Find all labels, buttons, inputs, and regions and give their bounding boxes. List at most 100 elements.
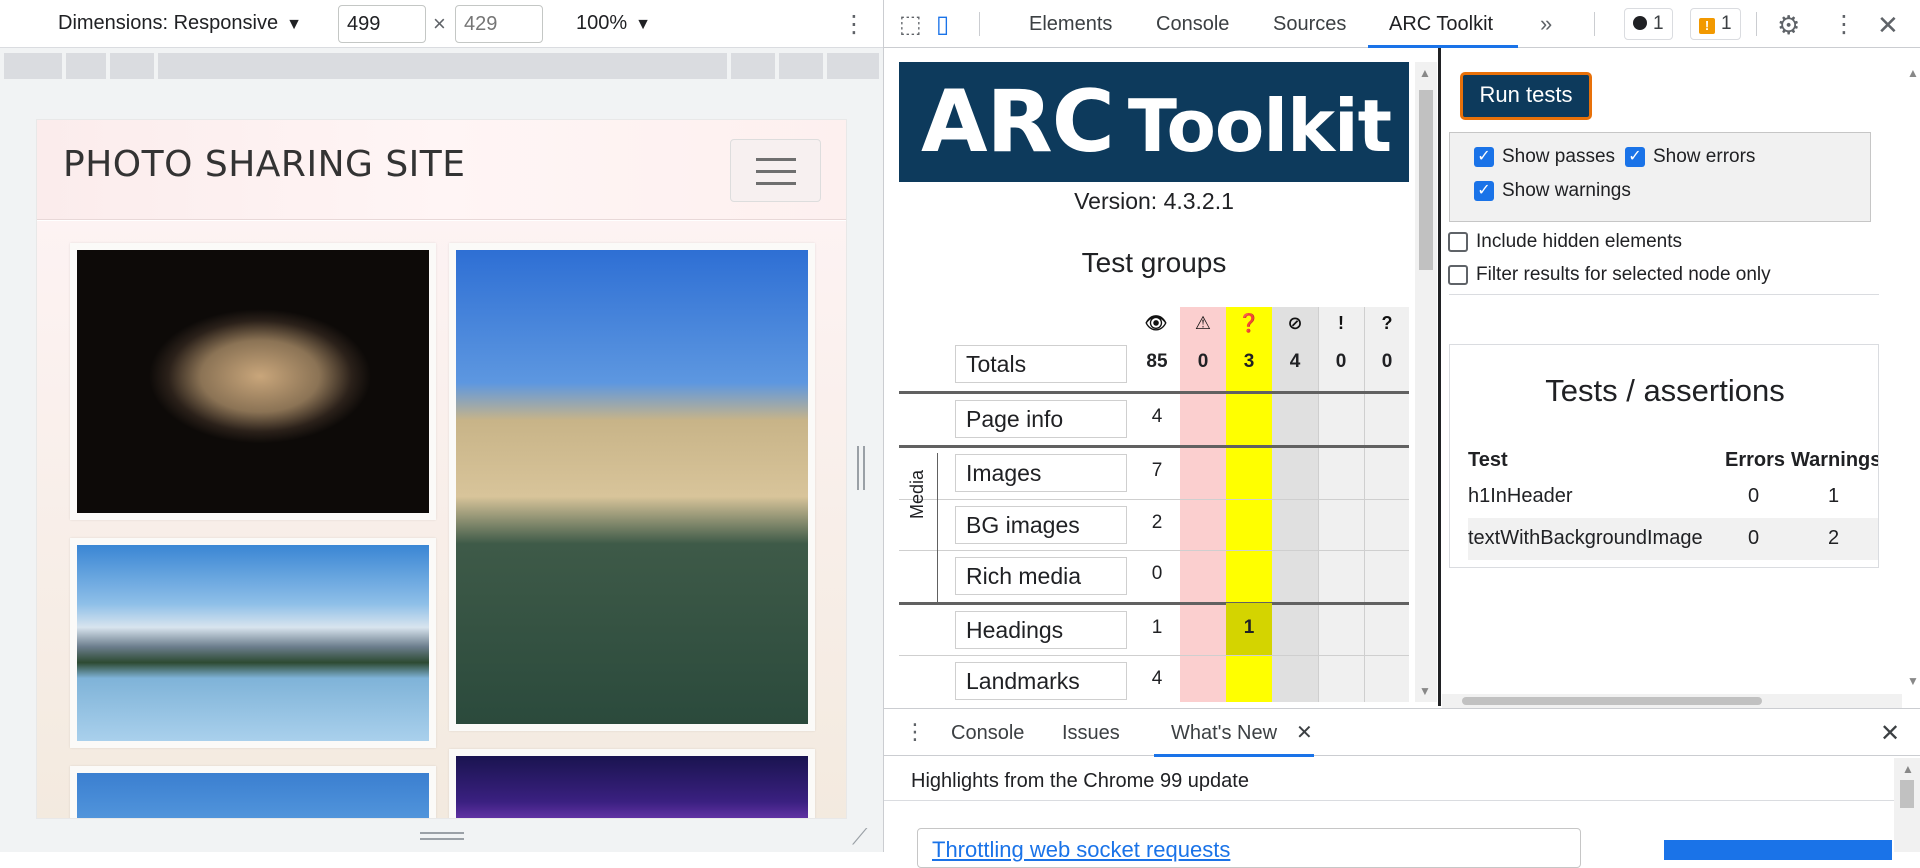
test-groups-grid: 👁 ⚠ ❓ ⊘ ! ? Totals 85 0 3 4 0 0 Page inf…: [899, 307, 1409, 702]
show-errors-checkbox[interactable]: ✓: [1625, 147, 1645, 167]
scroll-thumb[interactable]: [1462, 697, 1762, 705]
dimensions-select[interactable]: Dimensions: Responsive ▼: [58, 12, 302, 35]
chevron-down-icon: ▼: [286, 16, 302, 33]
close-tab-icon[interactable]: ✕: [1296, 720, 1313, 745]
photo-mountain-lake[interactable]: [70, 538, 436, 748]
scroll-up-icon[interactable]: ▲: [1902, 762, 1914, 776]
device-toolbar: Dimensions: Responsive ▼ × 100% ▼ ⋮: [0, 0, 883, 48]
images-button[interactable]: Images: [955, 454, 1127, 492]
horizontal-scrollbar[interactable]: [1442, 694, 1902, 708]
photo-grid: [37, 221, 846, 818]
device-toolbar-icon[interactable]: ▯: [936, 10, 949, 39]
drawer-tab-console[interactable]: Console: [951, 722, 1024, 745]
media-group-label: Media: [907, 469, 927, 519]
display-options: ✓ Show passes ✓ Show errors ✓ Show warni…: [1449, 132, 1871, 222]
ruler-segment[interactable]: [158, 53, 727, 79]
eye-icon: 👁: [1144, 313, 1168, 333]
test-groups-title: Test groups: [1081, 247, 1227, 278]
test-column-header: Test: [1468, 449, 1508, 471]
scroll-down-icon[interactable]: ▼: [1419, 684, 1431, 698]
drawer-menu-icon[interactable]: ⋮: [904, 719, 926, 745]
resize-handle-bottom[interactable]: [420, 832, 464, 842]
tab-sources[interactable]: Sources: [1273, 13, 1346, 36]
ruler-segment[interactable]: [827, 53, 879, 79]
whats-new-card[interactable]: Throttling web socket requests: [917, 828, 1581, 868]
photo-sky[interactable]: [70, 766, 436, 818]
customize-menu-icon[interactable]: ⋮: [1832, 10, 1856, 39]
table-row[interactable]: h1InHeader 0 1: [1468, 476, 1878, 518]
grip-line: [857, 446, 859, 490]
warning-count-badge[interactable]: ! 1: [1690, 8, 1741, 40]
headings-warnings[interactable]: 1: [1226, 617, 1272, 639]
tab-console[interactable]: Console: [1156, 13, 1229, 36]
headings-button[interactable]: Headings: [955, 611, 1127, 649]
site-title[interactable]: PHOTO SHARING SITE: [63, 144, 466, 185]
drawer-tab-whats-new[interactable]: What's New: [1171, 722, 1277, 745]
totals-count: 85: [1146, 351, 1168, 372]
whats-new-card-link[interactable]: Throttling web socket requests: [932, 837, 1230, 863]
settings-gear-icon[interactable]: ⚙: [1777, 10, 1800, 41]
scroll-down-icon[interactable]: ▼: [1907, 674, 1919, 688]
rich-media-button[interactable]: Rich media: [955, 557, 1127, 595]
resize-handle-right[interactable]: [857, 446, 867, 490]
photo-boat[interactable]: [449, 243, 815, 731]
tab-elements[interactable]: Elements: [1029, 13, 1112, 36]
photo-cave[interactable]: [70, 243, 436, 520]
ruler-segment[interactable]: [4, 53, 62, 79]
close-drawer-icon[interactable]: ✕: [1880, 719, 1900, 748]
totals-button[interactable]: Totals: [955, 345, 1127, 383]
group-count: 1: [1151, 617, 1163, 638]
show-warnings-checkbox[interactable]: ✓: [1474, 181, 1494, 201]
resize-corner-icon[interactable]: ⟋: [852, 824, 867, 850]
totals-warnings[interactable]: 3: [1226, 351, 1272, 373]
inspect-element-icon[interactable]: ⬚: [899, 10, 922, 39]
warnings-column-header: Warnings: [1791, 449, 1879, 471]
arc-logo-text: ARC Toolkit: [921, 72, 1392, 172]
arc-left-scrollbar[interactable]: ▲ ▼: [1415, 62, 1437, 702]
scroll-thumb[interactable]: [1419, 90, 1433, 270]
whats-new-thumbnail: [1664, 840, 1892, 860]
arc-right-scrollbar[interactable]: ▲ ▼: [1903, 62, 1920, 694]
page-info-button[interactable]: Page info: [955, 400, 1127, 438]
height-input[interactable]: [455, 5, 543, 43]
close-devtools-icon[interactable]: ✕: [1877, 10, 1899, 41]
totals-errors[interactable]: 0: [1318, 351, 1364, 373]
grip-line: [420, 838, 464, 840]
test-errors: 0: [1748, 485, 1760, 507]
ruler-segment[interactable]: [110, 53, 154, 79]
filter-selected-checkbox[interactable]: [1448, 265, 1468, 285]
table-row[interactable]: textWithBackgroundImage 0 2: [1468, 518, 1878, 560]
test-name: h1InHeader: [1468, 485, 1573, 507]
arc-toolkit-logo: ARC Toolkit: [899, 62, 1409, 182]
drawer-scrollbar[interactable]: ▲: [1894, 758, 1920, 852]
device-mode-pane: Dimensions: Responsive ▼ × 100% ▼ ⋮ PHOTO …: [0, 0, 883, 852]
more-tabs-icon[interactable]: »: [1540, 11, 1552, 37]
media-group-bracket: [937, 453, 947, 603]
totals-alerts[interactable]: 0: [1180, 351, 1226, 373]
error-count-badge[interactable]: 1: [1624, 8, 1673, 40]
totals-unknown[interactable]: 0: [1364, 351, 1409, 373]
run-tests-button[interactable]: Run tests: [1460, 72, 1592, 120]
scroll-thumb[interactable]: [1900, 780, 1914, 808]
include-hidden-checkbox[interactable]: [1448, 232, 1468, 252]
totals-hidden[interactable]: 4: [1272, 351, 1318, 373]
show-passes-checkbox[interactable]: ✓: [1474, 147, 1494, 167]
landmarks-button[interactable]: Landmarks: [955, 662, 1127, 700]
hamburger-menu-button[interactable]: [730, 139, 821, 202]
menu-bar: [756, 170, 796, 173]
bg-images-button[interactable]: BG images: [955, 506, 1127, 544]
scroll-up-icon[interactable]: ▲: [1907, 66, 1919, 80]
ruler-segment[interactable]: [779, 53, 823, 79]
scroll-up-icon[interactable]: ▲: [1419, 66, 1431, 80]
arc-version: Version: 4.3.2.1: [1074, 188, 1234, 214]
width-input[interactable]: [338, 5, 426, 43]
more-options-icon[interactable]: ⋮: [842, 10, 866, 39]
toolbar-divider: [979, 12, 980, 36]
zoom-select[interactable]: 100% ▼: [576, 12, 651, 35]
group-count: 4: [1151, 668, 1163, 689]
photo-night-sky[interactable]: [449, 749, 815, 818]
drawer-tab-issues[interactable]: Issues: [1062, 722, 1120, 745]
tab-arc-toolkit[interactable]: ARC Toolkit: [1389, 13, 1493, 36]
ruler-segment[interactable]: [731, 53, 775, 79]
ruler-segment[interactable]: [66, 53, 106, 79]
